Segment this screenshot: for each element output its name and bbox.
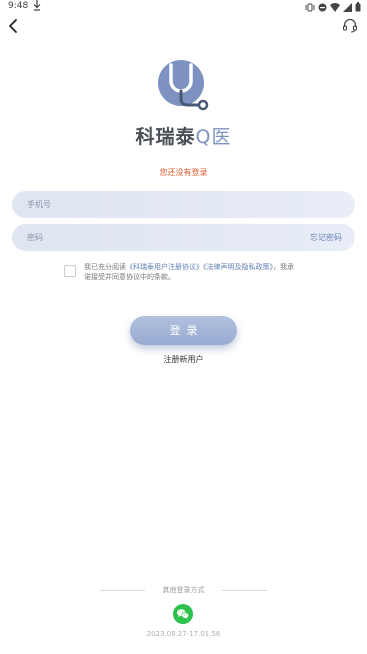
agreement-text-before: 我已充分阅读 bbox=[84, 263, 126, 271]
phone-field-container bbox=[12, 191, 355, 218]
wifi-icon bbox=[330, 2, 340, 12]
phone-input[interactable] bbox=[27, 191, 355, 218]
agreement-checkbox[interactable] bbox=[64, 265, 76, 277]
agreement-text: 我已充分阅读《科瑞泰用户注册协议》《法律声明及隐私政策》，我承诺接受并同意协议中… bbox=[84, 262, 294, 282]
status-icons bbox=[305, 2, 361, 12]
brand-name-yi: 医 bbox=[211, 126, 232, 148]
chevron-left-icon[interactable] bbox=[6, 18, 20, 34]
password-input[interactable] bbox=[27, 224, 355, 251]
headset-icon[interactable] bbox=[342, 17, 358, 33]
other-login-divider: 其他登录方式 bbox=[100, 585, 267, 595]
battery-icon bbox=[355, 2, 361, 12]
divider-line-right bbox=[222, 590, 267, 591]
forgot-password-link[interactable]: 忘记密码 bbox=[310, 232, 342, 243]
brand-name: 科瑞泰Q医 bbox=[0, 122, 367, 149]
brand-name-main: 科瑞泰 bbox=[135, 126, 196, 148]
build-version: 2023.08.27-17.01.56 bbox=[146, 630, 221, 638]
register-link[interactable]: 注册新用户 bbox=[0, 354, 367, 365]
login-button[interactable]: 登录 bbox=[130, 316, 237, 345]
download-icon bbox=[33, 0, 41, 11]
login-hint: 您还没有登录 bbox=[159, 168, 208, 177]
vibrate-icon bbox=[305, 3, 315, 11]
signal-icon bbox=[343, 2, 352, 12]
status-time: 9:48 bbox=[8, 1, 29, 11]
dnd-icon bbox=[318, 3, 327, 11]
wechat-login-button[interactable] bbox=[173, 604, 193, 624]
status-bar: 9:48 bbox=[0, 0, 367, 14]
wechat-icon bbox=[177, 609, 189, 619]
app-logo-icon bbox=[158, 60, 209, 111]
user-agreement-link[interactable]: 《科瑞泰用户注册协议》 bbox=[126, 263, 203, 271]
brand-name-q: Q bbox=[195, 126, 212, 148]
password-field-container: 忘记密码 bbox=[12, 224, 355, 251]
privacy-policy-link[interactable]: 《法律声明及隐私政策》 bbox=[203, 263, 273, 271]
